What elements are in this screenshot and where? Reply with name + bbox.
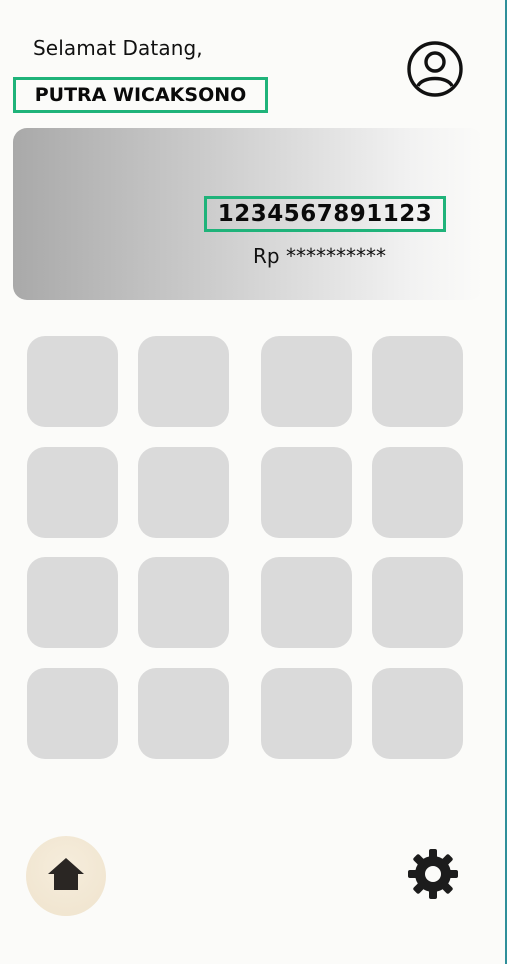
username-label: PUTRA WICAKSONO [13,77,268,113]
menu-tile[interactable] [261,447,352,538]
greeting-text: Selamat Datang, [33,36,203,60]
menu-tile[interactable] [372,336,463,427]
menu-tile[interactable] [261,668,352,759]
menu-tile[interactable] [27,336,118,427]
menu-tile[interactable] [261,557,352,648]
menu-tile[interactable] [138,668,229,759]
home-icon [46,856,86,896]
settings-button[interactable] [405,848,461,904]
menu-tile[interactable] [138,447,229,538]
home-button[interactable] [26,836,106,916]
menu-tile[interactable] [138,557,229,648]
profile-icon[interactable] [406,40,464,98]
balance-text: Rp ********** [253,244,386,268]
menu-tile[interactable] [372,447,463,538]
account-number: 1234567891123 [204,196,446,232]
menu-tile[interactable] [27,447,118,538]
gear-icon [406,847,460,905]
menu-tile[interactable] [372,557,463,648]
menu-tile[interactable] [27,668,118,759]
menu-tile[interactable] [261,336,352,427]
menu-tile[interactable] [372,668,463,759]
menu-tile[interactable] [138,336,229,427]
menu-tile[interactable] [27,557,118,648]
